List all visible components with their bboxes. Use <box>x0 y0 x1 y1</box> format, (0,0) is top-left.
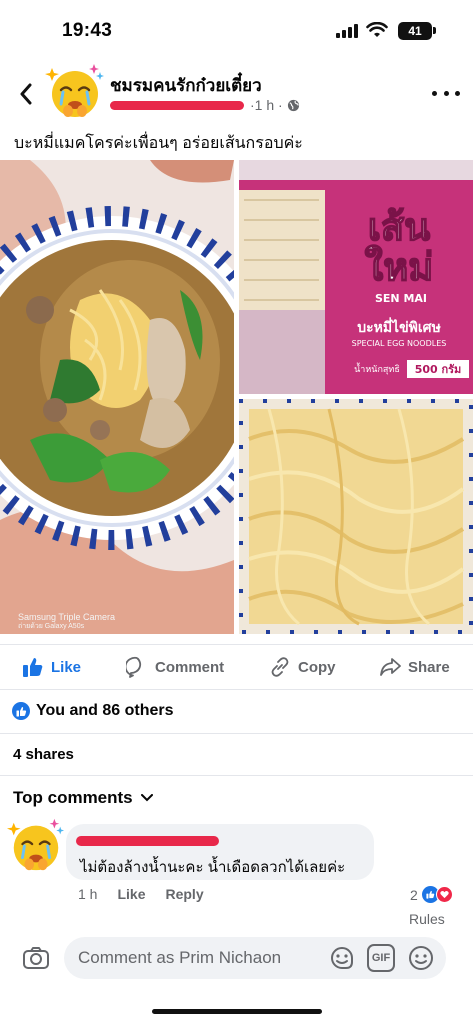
redacted-commenter-name <box>76 836 219 846</box>
camera-icon[interactable] <box>22 944 50 972</box>
group-name[interactable]: ชมรมคนรักก๋วยเตี๋ยว <box>110 72 262 99</box>
post-caption: บะหมี่แมคโครค่ะเพื่อนๆ อร่อยเส้นกรอบค่ะ <box>14 135 303 152</box>
photo-noodle-soup[interactable] <box>0 160 234 634</box>
comment-button[interactable]: Comment <box>126 645 224 689</box>
plain-noodles-image <box>239 399 473 634</box>
gif-button[interactable]: GIF <box>367 944 395 972</box>
home-indicator[interactable] <box>152 1009 322 1014</box>
reaction-summary[interactable]: You and 86 others <box>12 700 174 722</box>
photo-noodle-package[interactable]: เส้น ใหม่ SEN MAI บะหมี่ไข่พิเศษ SPECIAL… <box>239 160 473 394</box>
like-button[interactable]: Like <box>22 645 81 689</box>
share-button[interactable]: Share <box>379 645 450 689</box>
emoji-icon[interactable] <box>407 944 435 972</box>
chevron-left-icon <box>20 83 32 105</box>
cellular-signal-icon <box>336 24 358 38</box>
more-options-button[interactable] <box>432 86 460 100</box>
comments-header: Top comments <box>13 788 133 807</box>
thumbs-up-icon <box>23 658 43 677</box>
post-time[interactable]: 1 h <box>255 97 274 113</box>
link-icon <box>271 657 289 677</box>
comment-actions: 1 h Like Reply <box>78 886 224 902</box>
comment-like-button[interactable]: Like <box>117 886 145 902</box>
comment-label: Comment <box>155 658 225 676</box>
share-arrow-icon <box>380 658 401 676</box>
package-title-line1: เส้น <box>368 205 430 249</box>
noodle-package-image: เส้น ใหม่ SEN MAI บะหมี่ไข่พิเศษ SPECIAL… <box>239 160 473 394</box>
divider <box>0 775 473 776</box>
package-product-en: SPECIAL EGG NOODLES <box>352 339 447 348</box>
copy-label: Copy <box>298 658 336 676</box>
reaction-summary-text: You and 86 others <box>36 702 174 719</box>
globe-icon <box>287 99 299 111</box>
divider <box>0 733 473 734</box>
camera-watermark: Samsung Triple Camera ถ่ายด้วย Galaxy A5… <box>18 612 115 632</box>
comment-time: 1 h <box>78 886 98 902</box>
commenter-avatar[interactable] <box>6 815 66 875</box>
package-weight: 500 กรัม <box>415 363 462 376</box>
like-reaction-icon <box>12 702 30 720</box>
rules-link[interactable]: Rules <box>409 911 445 927</box>
sticker-icon[interactable] <box>328 944 356 972</box>
package-brand: SEN MAI <box>375 292 427 305</box>
battery-tip <box>433 27 436 34</box>
comment-reaction-count: 2 <box>410 886 418 903</box>
dot-icon <box>443 90 449 96</box>
redacted-author-name <box>110 100 244 110</box>
comment-input[interactable] <box>78 948 318 968</box>
meta-separator: · <box>274 97 283 113</box>
back-button[interactable] <box>14 80 38 108</box>
battery-icon: 41 <box>398 22 432 40</box>
post-actions: Like Comment Copy Share <box>0 644 473 690</box>
status-bar: 19:43 41 <box>0 0 473 56</box>
chevron-down-icon <box>140 794 153 802</box>
share-count[interactable]: 4 shares <box>13 746 74 763</box>
wifi-icon <box>366 22 388 37</box>
status-time: 19:43 <box>62 20 113 41</box>
dot-icon <box>432 90 437 96</box>
comment-text: ไม่ต้องล้างน้ำนะคะ น้ำเดือดลวกได้เลยค่ะ <box>80 859 346 876</box>
watermark-line: Samsung Triple Camera <box>18 612 116 622</box>
comment-bubble[interactable]: ไม่ต้องล้างน้ำนะคะ น้ำเดือดลวกได้เลยค่ะ <box>66 824 374 880</box>
package-product: บะหมี่ไข่พิเศษ <box>357 317 441 336</box>
group-avatar[interactable] <box>44 60 106 122</box>
share-label: Share <box>408 658 450 676</box>
photo-plain-noodles[interactable] <box>239 399 473 634</box>
post-meta: · 1 h · <box>110 96 300 114</box>
heart-reaction-icon <box>435 886 453 903</box>
package-title-line2: ใหม่ <box>365 245 434 289</box>
like-label: Like <box>51 658 82 676</box>
copy-button[interactable]: Copy <box>269 645 336 689</box>
comment-reactions[interactable]: 2 <box>410 886 453 903</box>
dot-icon <box>455 90 460 96</box>
comments-sort-dropdown[interactable]: Top comments <box>13 788 153 808</box>
watermark-line: ถ่ายด้วย Galaxy A50s <box>18 623 85 630</box>
noodle-soup-image <box>0 160 234 634</box>
comment-reply-button[interactable]: Reply <box>165 886 203 902</box>
comment-bubble-icon <box>126 656 142 678</box>
